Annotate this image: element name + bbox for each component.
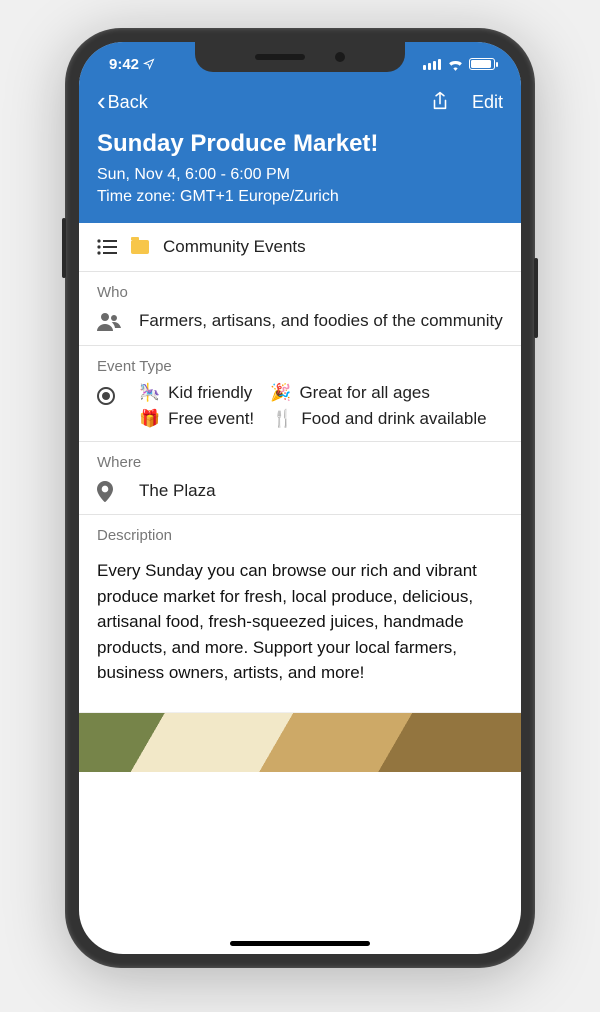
- party-icon: 🎉: [270, 383, 291, 403]
- where-section: Where The Plaza: [79, 442, 521, 516]
- location-arrow-icon: [143, 58, 155, 70]
- who-label: Who: [97, 284, 503, 301]
- gift-icon: 🎁: [139, 409, 160, 429]
- category-name: Community Events: [163, 237, 306, 257]
- folder-icon: [131, 240, 149, 254]
- category-row[interactable]: Community Events: [79, 223, 521, 272]
- phone-frame: 9:42 ‹ Back E: [65, 28, 535, 968]
- screen: 9:42 ‹ Back E: [79, 42, 521, 954]
- target-icon: [97, 387, 115, 405]
- event-type-tag: 🍴Food and drink available: [272, 409, 486, 429]
- home-indicator: [230, 941, 370, 946]
- description-section: Description Every Sunday you can browse …: [79, 515, 521, 712]
- content-area: Community Events Who Farmers, artisans, …: [79, 223, 521, 772]
- status-time: 9:42: [109, 56, 139, 73]
- description-label: Description: [97, 527, 503, 544]
- event-title: Sunday Produce Market!: [97, 130, 503, 158]
- map-pin-icon: [97, 479, 123, 502]
- edit-button[interactable]: Edit: [472, 92, 503, 113]
- back-label: Back: [108, 92, 148, 113]
- people-icon: [97, 309, 123, 331]
- event-type-tag: 🎁Free event!: [139, 409, 254, 429]
- notch: [195, 42, 405, 72]
- cellular-signal-icon: [423, 59, 441, 70]
- share-button[interactable]: [430, 91, 450, 113]
- fork-knife-icon: 🍴: [272, 409, 293, 429]
- event-timezone: Time zone: GMT+1 Europe/Zurich: [97, 186, 503, 208]
- event-type-section: Event Type 🎠Kid friendly 🎉Great for all …: [79, 346, 521, 442]
- who-value: Farmers, artisans, and foodies of the co…: [139, 309, 503, 333]
- battery-icon: [469, 58, 495, 70]
- back-button[interactable]: ‹ Back: [97, 90, 148, 114]
- chevron-left-icon: ‹: [97, 88, 106, 114]
- where-value: The Plaza: [139, 479, 216, 503]
- share-icon: [430, 91, 450, 113]
- event-date: Sun, Nov 4, 6:00 - 6:00 PM: [97, 164, 503, 186]
- description-text: Every Sunday you can browse our rich and…: [97, 558, 503, 700]
- event-type-tag: 🎉Great for all ages: [270, 383, 430, 403]
- event-type-tag: 🎠Kid friendly: [139, 383, 252, 403]
- wifi-icon: [447, 58, 463, 70]
- carousel-icon: 🎠: [139, 383, 160, 403]
- list-icon: [97, 239, 117, 255]
- event-photo: [79, 712, 521, 772]
- who-section: Who Farmers, artisans, and foodies of th…: [79, 272, 521, 346]
- event-type-label: Event Type: [97, 358, 503, 375]
- where-label: Where: [97, 454, 503, 471]
